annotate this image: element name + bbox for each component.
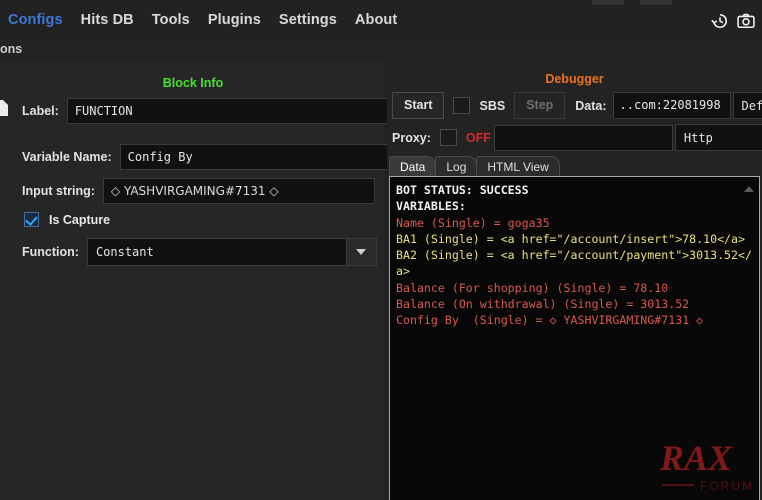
console-line: Name (Single) = goga35 — [396, 215, 550, 230]
console-line: BA2 (Single) = <a href="/account/payment… — [396, 248, 752, 279]
debugger-panel: Debugger Start SBS Step Data: ..com:2208… — [387, 62, 762, 500]
block-type-icon — [0, 98, 8, 118]
menu-item-tools[interactable]: Tools — [152, 12, 190, 28]
debugger-tab-bar: Data Log HTML View — [389, 154, 762, 177]
is-capture-row: Is Capture — [24, 212, 110, 227]
tab-data[interactable]: Data — [389, 156, 437, 177]
variable-name-row: Variable Name: Config By — [22, 144, 392, 170]
step-button[interactable]: Step — [514, 92, 566, 119]
menu-item-about[interactable]: About — [355, 12, 397, 28]
function-selected-value: Constant — [95, 245, 154, 259]
tab-log[interactable]: Log — [435, 156, 478, 177]
is-capture-checkbox[interactable] — [24, 212, 39, 227]
variable-name-input[interactable]: Config By — [119, 144, 392, 170]
label-field-row: Label: FUNCTION — [22, 98, 389, 124]
main-menu: Configs Hits DB Tools Plugins Settings A… — [8, 12, 397, 28]
data-label: Data: — [575, 98, 607, 113]
function-row: Function: Constant — [22, 238, 377, 266]
menu-item-settings[interactable]: Settings — [279, 12, 337, 28]
tab-html-view[interactable]: HTML View — [476, 156, 560, 177]
application-window: Configs Hits DB Tools Plugins Settings A… — [0, 0, 762, 500]
input-string-input[interactable]: ◇ YASHVIRGAMING#7131 ◇ — [102, 178, 375, 204]
titlebar-icon-group — [710, 11, 756, 31]
sbs-label: SBS — [479, 98, 506, 113]
data-source-value: Default — [741, 98, 762, 113]
history-clock-icon[interactable] — [710, 11, 730, 31]
proxy-type-select[interactable]: Http — [674, 124, 762, 151]
console-line: BA1 (Single) = <a href="/account/insert"… — [396, 231, 746, 246]
label-field-caption: Label: — [22, 104, 59, 118]
chevron-down-icon[interactable] — [345, 239, 376, 265]
camera-icon[interactable] — [736, 11, 756, 31]
function-caption: Function: — [22, 245, 79, 259]
console-line: Balance (For shopping) (Single) = 78.10 — [396, 280, 669, 295]
console-line: BOT STATUS: SUCCESS — [396, 183, 529, 197]
debugger-controls-row-2: Proxy: OFF Http — [392, 124, 762, 151]
proxy-input[interactable] — [493, 124, 673, 151]
proxy-state-badge: OFF — [465, 130, 491, 145]
console-line: Balance (On withdrawal) (Single) = 3013.… — [396, 297, 690, 312]
debugger-output-console[interactable]: BOT STATUS: SUCCESS VARIABLES: Name (Sin… — [389, 176, 760, 500]
is-capture-label: Is Capture — [49, 212, 111, 227]
data-source-select[interactable]: Default — [732, 92, 762, 119]
proxy-label: Proxy: — [392, 130, 431, 145]
console-line: VARIABLES: — [396, 199, 466, 214]
partial-toolbar-label: ons — [0, 42, 23, 56]
menu-item-hits-db[interactable]: Hits DB — [81, 12, 134, 28]
proxy-checkbox[interactable] — [439, 129, 457, 146]
window-controls-ghost — [586, 0, 706, 5]
menu-item-plugins[interactable]: Plugins — [208, 12, 261, 28]
input-string-row: Input string: ◇ YASHVIRGAMING#7131 ◇ — [22, 178, 375, 204]
start-checkbox[interactable] — [453, 97, 471, 114]
block-info-panel: Block Info Label: FUNCTION Variable Name… — [0, 62, 392, 500]
debugger-controls-row-1: Start SBS Step Data: ..com:22081998 Defa… — [392, 92, 762, 119]
block-info-title: Block Info — [162, 76, 224, 90]
scroll-up-arrow-icon[interactable] — [742, 182, 755, 195]
variable-name-caption: Variable Name: — [22, 150, 112, 164]
proxy-type-value: Http — [683, 130, 713, 145]
console-line: Config By (Single) = ◇ YASHVIRGAMING#713… — [396, 313, 704, 328]
start-button[interactable]: Start — [392, 92, 445, 119]
menu-item-configs[interactable]: Configs — [8, 12, 63, 28]
debugger-title: Debugger — [545, 72, 604, 86]
menu-bar: Configs Hits DB Tools Plugins Settings A… — [0, 0, 762, 38]
function-select[interactable]: Constant — [86, 238, 377, 266]
data-input[interactable]: ..com:22081998 — [612, 92, 731, 119]
input-string-caption: Input string: — [22, 184, 95, 198]
label-input[interactable]: FUNCTION — [66, 98, 389, 124]
partial-toolbar-row: ons — [0, 40, 762, 60]
